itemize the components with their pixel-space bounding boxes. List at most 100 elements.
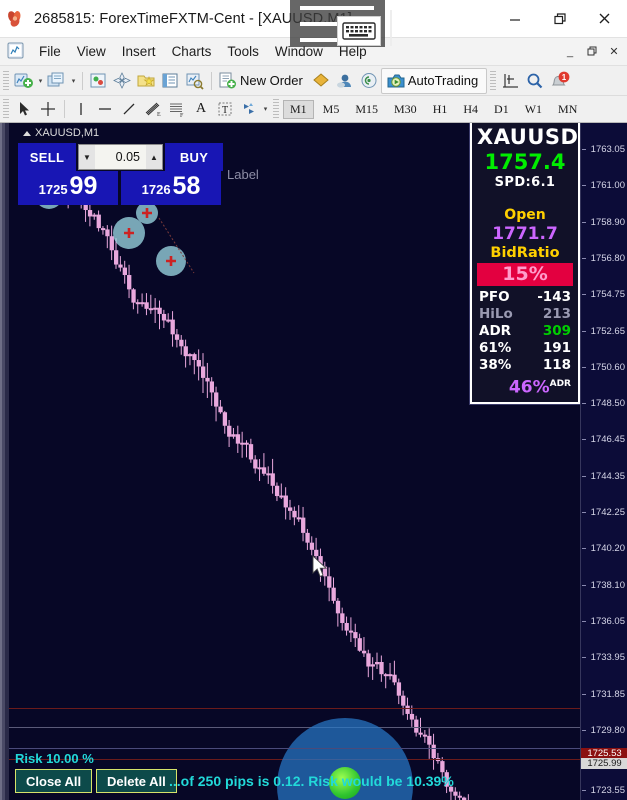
info-row-hilo-value: 213 — [542, 306, 571, 322]
shapes-icon[interactable] — [237, 97, 261, 121]
terminal-folder-icon[interactable] — [135, 69, 159, 93]
metaeditor-icon[interactable] — [309, 69, 333, 93]
data-window-icon[interactable] — [159, 69, 183, 93]
chart-tools-toolbar: E F A T ▾ M1 M5 M15 M30 H1 H4 D1 W1 MN — [0, 96, 627, 123]
price-axis-label: 1738.10 — [590, 579, 625, 591]
chart-label-text: Label — [227, 167, 259, 182]
new-order-icon[interactable] — [216, 69, 240, 93]
timeframe-m15[interactable]: M15 — [348, 100, 385, 119]
new-chart-caret-icon[interactable]: ▾ — [36, 69, 45, 93]
price-axis-tick — [582, 729, 586, 731]
shapes-caret-icon[interactable]: ▾ — [261, 97, 270, 121]
crosshair-icon[interactable] — [36, 97, 60, 121]
timeframe-h1[interactable]: H1 — [426, 100, 455, 119]
buy-price[interactable]: 1726 58 — [121, 171, 221, 205]
menu-item-file[interactable]: File — [31, 38, 69, 66]
menu-item-tools[interactable]: Tools — [219, 38, 267, 66]
new-order-label[interactable]: New Order — [240, 73, 309, 88]
indicator-info-panel: XAUUSD 1757.4 SPD:6.1 Open 1771.7 BidRat… — [469, 123, 581, 405]
info-row-hilo: HiLo 213 — [477, 306, 573, 323]
minimize-button[interactable] — [492, 0, 537, 38]
volume-increase-button[interactable]: ▲ — [146, 145, 162, 169]
arrow-cursor-icon[interactable] — [12, 97, 36, 121]
magnifier-icon[interactable] — [523, 69, 547, 93]
vertical-line-icon[interactable] — [69, 97, 93, 121]
timeframe-mn[interactable]: MN — [551, 100, 584, 119]
toolbar-grip[interactable] — [3, 70, 9, 91]
trendline-icon[interactable] — [117, 97, 141, 121]
collapse-triangle-icon[interactable] — [23, 130, 31, 136]
volume-input[interactable]: 0.05 — [95, 150, 146, 164]
chart-toolbar-grip[interactable] — [3, 99, 9, 119]
signals-icon[interactable] — [357, 69, 381, 93]
info-symbol: XAUUSD — [477, 125, 579, 149]
chart-canvas[interactable]: XAUUSD,M1 SELL ▼ 0.05 ▲ BUY 1725 99 1726… — [9, 123, 581, 800]
autotrading-label: AutoTrading — [407, 73, 479, 88]
chart-left-scrollbar[interactable] — [0, 123, 9, 800]
volume-stepper[interactable]: ▼ 0.05 ▲ — [78, 144, 163, 170]
one-click-trading-panel[interactable]: SELL ▼ 0.05 ▲ BUY 1725 99 1726 58 — [18, 143, 223, 205]
info-row-61-label: 61% — [479, 340, 512, 356]
chart-toolbar-separator — [64, 100, 65, 118]
toolbar-grip-2[interactable] — [490, 70, 497, 91]
timeframe-grip[interactable] — [273, 99, 279, 119]
text-label-icon[interactable]: T — [213, 97, 237, 121]
delete-all-button[interactable]: Delete All — [96, 769, 177, 793]
close-all-button[interactable]: Close All — [15, 769, 93, 793]
menu-item-charts[interactable]: Charts — [164, 38, 220, 66]
market-watch-icon[interactable] — [87, 69, 111, 93]
timeframe-m5[interactable]: M5 — [316, 100, 347, 119]
new-chart-icon[interactable] — [12, 69, 36, 93]
info-row-hilo-label: HiLo — [479, 306, 513, 322]
mt4-document-icon — [6, 42, 28, 62]
buy-price-minor: 58 — [172, 172, 201, 200]
navigator-icon[interactable] — [111, 69, 135, 93]
sell-button[interactable]: SELL — [18, 143, 76, 171]
info-adr-suffix: ADR — [549, 379, 571, 389]
price-axis-label: 1733.95 — [590, 652, 625, 664]
autotrading-button[interactable]: AutoTrading — [380, 67, 488, 94]
price-axis-tick — [582, 185, 586, 187]
price-axis-tick — [582, 657, 586, 659]
buy-button[interactable]: BUY — [165, 143, 223, 171]
expert-advisors-icon[interactable] — [333, 69, 357, 93]
strategy-tester-icon[interactable] — [183, 69, 207, 93]
fibonacci-retracement-icon[interactable]: F — [165, 97, 189, 121]
crosshair-measure-icon[interactable] — [499, 69, 523, 93]
price-axis-tick — [582, 620, 586, 622]
keyboard-toggle-button[interactable] — [337, 16, 381, 46]
price-axis-label: 1748.50 — [590, 398, 625, 410]
price-axis[interactable]: 1763.05 1761.00 1758.90 1756.80 1754.75 1752.… — [580, 123, 627, 800]
timeframe-h4[interactable]: H4 — [456, 100, 485, 119]
restore-button[interactable] — [537, 0, 582, 38]
info-price: 1757.4 — [484, 150, 566, 174]
alert-bell-icon[interactable]: 1 — [547, 69, 571, 93]
mdi-window-controls: _ ✕ — [559, 41, 627, 63]
price-axis-tick — [582, 475, 586, 477]
horizontal-line-icon[interactable] — [93, 97, 117, 121]
price-axis-label: 1731.85 — [590, 688, 625, 700]
timeframe-m1[interactable]: M1 — [283, 99, 314, 119]
close-button[interactable] — [582, 0, 627, 38]
equidistant-channel-icon[interactable]: E — [141, 97, 165, 121]
info-adr-percent-value: 46% — [508, 377, 550, 398]
info-adr-percent: 46%ADR — [477, 374, 573, 399]
timeframe-d1[interactable]: D1 — [487, 100, 516, 119]
mdi-close-button[interactable]: ✕ — [603, 41, 625, 63]
chart-area[interactable]: XAUUSD,M1 SELL ▼ 0.05 ▲ BUY 1725 99 1726… — [0, 123, 627, 800]
sell-price[interactable]: 1725 99 — [18, 171, 118, 205]
timeframe-m30[interactable]: M30 — [387, 100, 424, 119]
text-tool-icon[interactable]: A — [189, 97, 213, 121]
menu-item-view[interactable]: View — [69, 38, 114, 66]
volume-decrease-button[interactable]: ▼ — [79, 145, 95, 169]
timeframe-w1[interactable]: W1 — [518, 100, 549, 119]
mdi-minimize-button[interactable]: _ — [559, 41, 581, 63]
price-axis-tick — [582, 257, 586, 259]
info-row-38: 38% 118 — [477, 357, 573, 374]
price-axis-label: 1736.05 — [590, 615, 625, 627]
menu-item-insert[interactable]: Insert — [114, 38, 164, 66]
mdi-restore-button[interactable] — [581, 41, 603, 63]
profiles-caret-icon[interactable]: ▾ — [69, 69, 78, 93]
price-axis-tick — [582, 439, 586, 441]
profiles-icon[interactable] — [45, 69, 69, 93]
